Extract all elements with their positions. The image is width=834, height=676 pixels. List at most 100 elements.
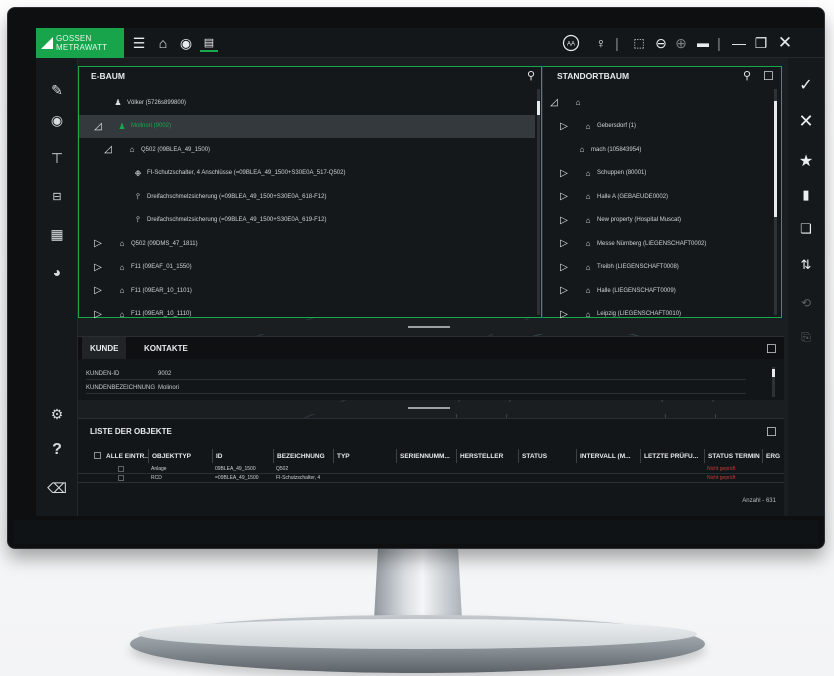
close-icon[interactable]: ✕	[776, 33, 794, 52]
ebaum-scrollbar-thumb[interactable]	[537, 101, 540, 115]
expand-toggle-icon[interactable]: ▷	[559, 238, 569, 249]
search-icon[interactable]: ⚲	[527, 69, 535, 82]
expand-toggle-icon[interactable]: ◿	[549, 97, 559, 108]
tree-row[interactable]: ◿ ♟ Molinori (9002)	[79, 114, 535, 138]
expand-toggle-icon[interactable]: ▷	[559, 121, 569, 132]
minimize-icon[interactable]: —	[730, 34, 748, 52]
column-header[interactable]: ERG	[762, 449, 784, 463]
expand-toggle-icon[interactable]: ▷	[559, 191, 569, 202]
row-checkbox[interactable]	[118, 466, 124, 472]
standortbaum-scrollbar[interactable]	[774, 89, 777, 315]
horizontal-splitter[interactable]	[78, 402, 784, 414]
table-row[interactable]: RCD =09BLEA_49_1500 FI-Schutzschalter, 4 Ni…	[78, 474, 784, 483]
tree-row[interactable]: ◿ ⌂	[543, 91, 771, 114]
tree-row[interactable]: ▷ ⌂ Gebersdorf (1)	[543, 115, 771, 138]
horizontal-splitter[interactable]	[78, 320, 784, 334]
tree-row[interactable]: ▷ ⌂ Messe Nürnberg (LIEGENSCHAFT0002)	[543, 232, 771, 255]
tree-row[interactable]: ⌂ mach (105843954)	[543, 138, 771, 161]
transfer-icon[interactable]: ⟲	[788, 292, 824, 314]
copy-icon[interactable]: ❏	[788, 218, 824, 240]
splitter-grip[interactable]	[408, 407, 450, 409]
expand-toggle-icon[interactable]: ▷	[93, 238, 103, 249]
table-row[interactable]: Anlage 09BLEA_49_1500 Q502 Nicht geprüft	[78, 465, 784, 474]
expand-toggle-icon[interactable]: ▷	[559, 285, 569, 296]
column-header[interactable]: BEZEICHNUNG	[273, 449, 333, 463]
export-icon[interactable]: ⎘	[788, 326, 824, 348]
delete-icon[interactable]: ▮	[788, 184, 824, 206]
plug-icon[interactable]: ◉	[177, 34, 195, 52]
favorite-star-icon[interactable]: ★	[788, 150, 824, 172]
device-list-icon[interactable]: ⊟	[36, 186, 78, 206]
tree-row[interactable]: ▷ ⌂ Halle (LIEGENSCHAFT0009)	[543, 279, 771, 302]
expand-toggle-icon[interactable]: ◿	[103, 144, 113, 155]
zoom-in-icon[interactable]: ⊕	[672, 34, 690, 52]
tree-structure-icon[interactable]: ⊤	[36, 148, 78, 168]
hamburger-menu-icon[interactable]: ☰	[130, 34, 148, 52]
tree-row[interactable]: ▷ ⌂ New property (Hospital Muscat)	[543, 209, 771, 232]
column-header[interactable]: ID	[212, 449, 273, 463]
details-scrollbar[interactable]	[772, 367, 775, 397]
column-header[interactable]: LETZTE PRÜFU...	[640, 449, 704, 463]
tree-view-icon[interactable]: ▤	[200, 34, 218, 52]
column-header[interactable]: HERSTELLER	[456, 449, 518, 463]
maximize-icon[interactable]: ☐	[763, 69, 774, 83]
search-icon[interactable]: ⚲	[743, 69, 751, 82]
home-icon[interactable]: ⌂	[154, 34, 172, 52]
maximize-icon[interactable]: ☐	[766, 425, 777, 439]
column-header[interactable]: INTERVALL (M...	[576, 449, 640, 463]
confirm-check-icon[interactable]: ✓	[788, 74, 824, 96]
tree-row[interactable]: ⫯ Dreifachschmelzsicherung (=09BLEA_49_15…	[79, 185, 535, 208]
splitter-grip[interactable]	[408, 326, 450, 328]
move-icon[interactable]: ⇅	[788, 254, 824, 276]
ebaum-scrollbar[interactable]	[537, 89, 540, 315]
details-scrollbar-thumb[interactable]	[772, 369, 775, 377]
tree-row[interactable]: ⫯ Dreifachschmelzsicherung (=09BLEA_49_15…	[79, 209, 535, 232]
maximize-icon[interactable]: ☐	[766, 342, 777, 356]
expand-toggle-icon[interactable]: ▷	[559, 168, 569, 179]
report-icon[interactable]: ▦	[36, 224, 78, 244]
tree-row[interactable]: ♟ Völker (5726s899800)	[79, 91, 535, 114]
tree-row[interactable]: ▷ ⌂ Halle A (GEBAEUDE0002)	[543, 185, 771, 208]
standortbaum-scrollbar-thumb[interactable]	[774, 101, 777, 217]
cancel-x-icon[interactable]: ✕	[788, 110, 824, 132]
column-header[interactable]: STATUS TERMIN	[704, 449, 762, 463]
restore-icon[interactable]: ❐	[752, 34, 770, 52]
settings-icon[interactable]: ⚙	[36, 404, 78, 424]
lightbulb-icon[interactable]: ♀	[592, 34, 610, 52]
account-icon[interactable]: AA	[560, 34, 582, 52]
tree-row[interactable]: ▷ ⌂ F11 (09EAR_10_1101)	[79, 279, 535, 302]
zoom-out-icon[interactable]: ⊖	[652, 34, 670, 52]
tree-row[interactable]: ❉ FI-Schutzschalter, 4 Anschlüsse (=09BLE…	[79, 162, 535, 185]
expand-toggle-icon[interactable]: ▷	[93, 309, 103, 320]
tree-row[interactable]: ▷ ⌂ F11 (09EAF_01_1550)	[79, 256, 535, 279]
column-header[interactable]: SERIENNUMM...	[396, 449, 456, 463]
trash-icon[interactable]: ⌫	[36, 478, 78, 498]
select-cursor-icon[interactable]: ⬚	[630, 34, 648, 52]
field-value[interactable]: 9002	[158, 371, 171, 377]
tree-row[interactable]: ▷ ⌂ Q502 (09DMS_47_1811)	[79, 232, 535, 255]
column-header[interactable]: ALLE EINTR...	[92, 449, 148, 463]
expand-toggle-icon[interactable]: ▷	[93, 262, 103, 273]
tree-row[interactable]: ▷ ⌂ Schuppen (80001)	[543, 162, 771, 185]
expand-toggle-icon[interactable]: ▷	[559, 262, 569, 273]
expand-toggle-icon[interactable]: ◿	[93, 121, 103, 132]
expand-toggle-icon[interactable]: ▷	[559, 309, 569, 320]
house-icon: ⌂	[585, 168, 591, 178]
expand-toggle-icon[interactable]: ▷	[93, 285, 103, 296]
pie-chart-icon[interactable]: ◕	[36, 262, 78, 282]
help-icon[interactable]: ?	[36, 440, 78, 460]
socket-icon[interactable]: ◉	[36, 110, 78, 130]
column-header[interactable]: OBJEKTTYP	[148, 449, 212, 463]
tree-row[interactable]: ◿ ⌂ Q502 (09BLEA_49_1500)	[79, 138, 535, 161]
tree-row-label: FI-Schutzschalter, 4 Anschlüsse (=09BLEA…	[147, 170, 346, 176]
plug-icon[interactable]: ✎	[36, 80, 78, 100]
column-header[interactable]: TYP	[333, 449, 396, 463]
tab-kunde[interactable]: KUNDE	[82, 337, 127, 359]
window-icon[interactable]: ▬	[694, 34, 712, 52]
tree-row[interactable]: ▷ ⌂ Treibh (LIEGENSCHAFT0008)	[543, 256, 771, 279]
row-checkbox[interactable]	[118, 475, 124, 481]
column-header[interactable]: STATUS	[518, 449, 576, 463]
tab-kontakte[interactable]: KONTAKTE	[136, 337, 196, 359]
expand-toggle-icon[interactable]: ▷	[559, 215, 569, 226]
field-value[interactable]: Molinori	[158, 385, 179, 391]
